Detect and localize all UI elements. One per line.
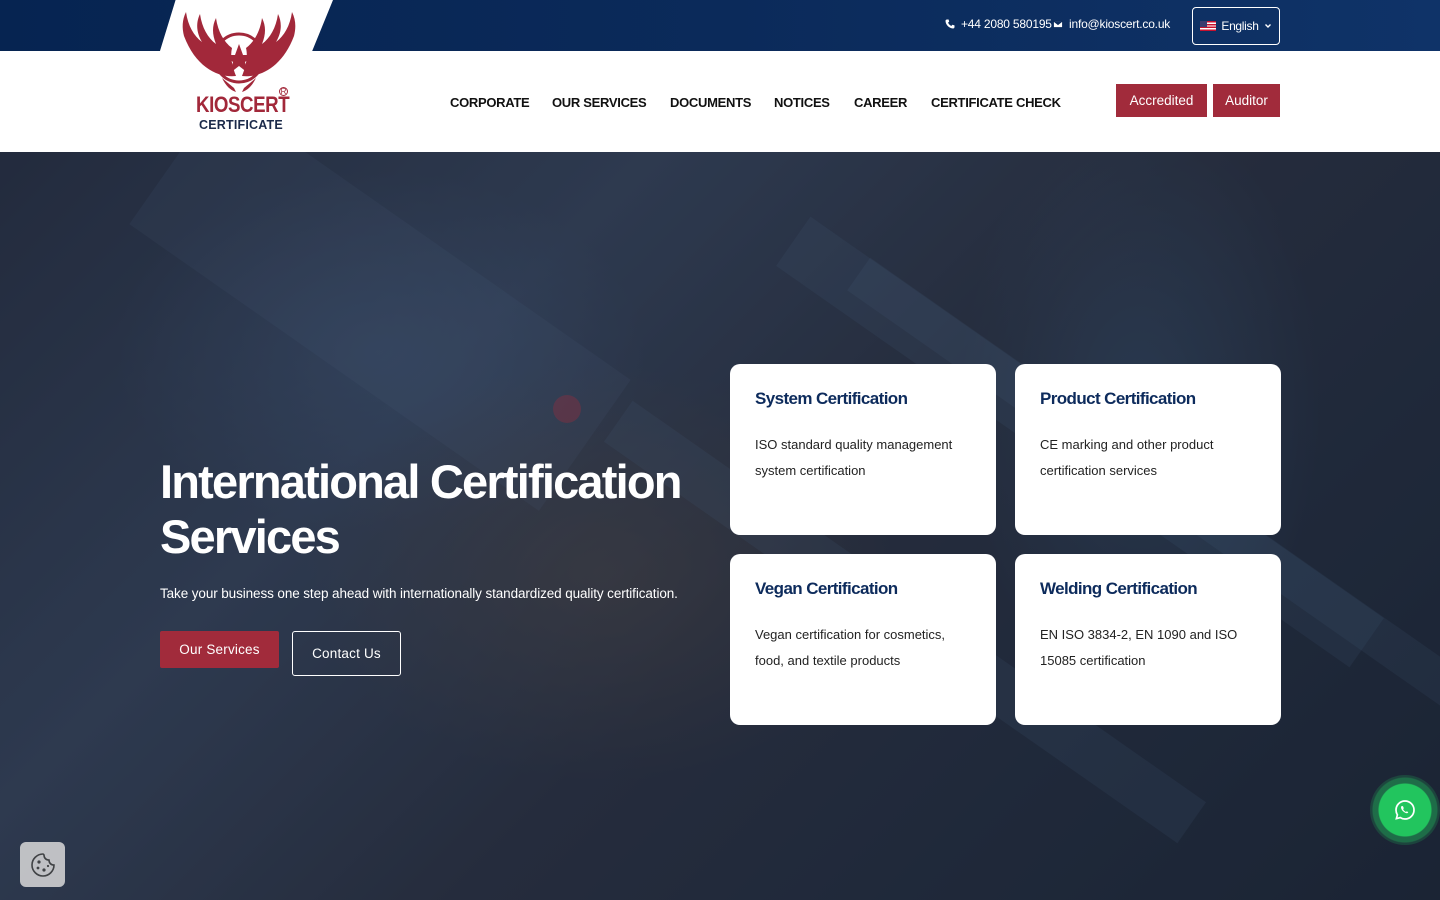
email-contact[interactable]: info@kioscert.co.uk bbox=[1053, 17, 1170, 31]
card-title[interactable]: System Certification bbox=[755, 389, 971, 409]
loading-spinner-icon bbox=[553, 395, 581, 423]
card-description: CE marking and other product certificati… bbox=[1040, 437, 1214, 478]
service-card-vegan[interactable]: Vegan Certification Vegan certification … bbox=[730, 554, 996, 725]
cookie-icon bbox=[30, 852, 55, 877]
chevron-down-icon bbox=[1264, 24, 1271, 28]
contact-us-button[interactable]: Contact Us bbox=[292, 631, 401, 676]
nav-certificate-check[interactable]: CERTIFICATE CHECK bbox=[931, 95, 1061, 110]
service-card-system[interactable]: System Certification ISO standard qualit… bbox=[730, 364, 996, 535]
accredited-button[interactable]: Accredited bbox=[1116, 84, 1207, 117]
registered-mark: R bbox=[279, 87, 288, 96]
auditor-button[interactable]: Auditor bbox=[1213, 84, 1280, 117]
cookie-settings-button[interactable] bbox=[20, 842, 65, 887]
card-description: EN ISO 3834-2, EN 1090 and ISO 15085 cer… bbox=[1040, 627, 1238, 668]
phone-number[interactable]: +44 2080 580195 bbox=[961, 17, 1052, 31]
whatsapp-button[interactable] bbox=[1370, 775, 1440, 845]
whatsapp-icon bbox=[1395, 800, 1415, 820]
card-title[interactable]: Vegan Certification bbox=[755, 579, 971, 599]
card-title[interactable]: Product Certification bbox=[1040, 389, 1256, 409]
card-title[interactable]: Welding Certification bbox=[1040, 579, 1256, 599]
us-flag-icon bbox=[1200, 21, 1217, 31]
nav-career[interactable]: CAREER bbox=[854, 95, 907, 110]
nav-corporate[interactable]: CORPORATE bbox=[450, 95, 530, 110]
card-description: Vegan certification for cosmetics, food,… bbox=[755, 627, 946, 668]
brand-name: KIOSCERT bbox=[196, 92, 290, 117]
hero-section: International Certification Services Tak… bbox=[0, 152, 1440, 900]
hero-subtitle: Take your business one step ahead with i… bbox=[160, 586, 678, 601]
language-label: English bbox=[1221, 19, 1259, 33]
phone-icon bbox=[945, 19, 955, 29]
our-services-button[interactable]: Our Services bbox=[160, 631, 279, 668]
hero-title: International Certification Services bbox=[160, 455, 682, 563]
card-description: ISO standard quality management system c… bbox=[755, 437, 953, 478]
service-card-product[interactable]: Product Certification CE marking and oth… bbox=[1015, 364, 1281, 535]
email-address[interactable]: info@kioscert.co.uk bbox=[1069, 17, 1170, 31]
nav-notices[interactable]: NOTICES bbox=[774, 95, 830, 110]
service-card-welding[interactable]: Welding Certification EN ISO 3834-2, EN … bbox=[1015, 554, 1281, 725]
phone-contact[interactable]: +44 2080 580195 bbox=[945, 17, 1052, 31]
nav-documents[interactable]: DOCUMENTS bbox=[670, 95, 751, 110]
language-selector[interactable]: English bbox=[1192, 7, 1280, 45]
envelope-icon bbox=[1053, 20, 1063, 28]
brand-tagline: CERTIFICATE bbox=[199, 118, 283, 132]
nav-our-services[interactable]: OUR SERVICES bbox=[552, 95, 647, 110]
